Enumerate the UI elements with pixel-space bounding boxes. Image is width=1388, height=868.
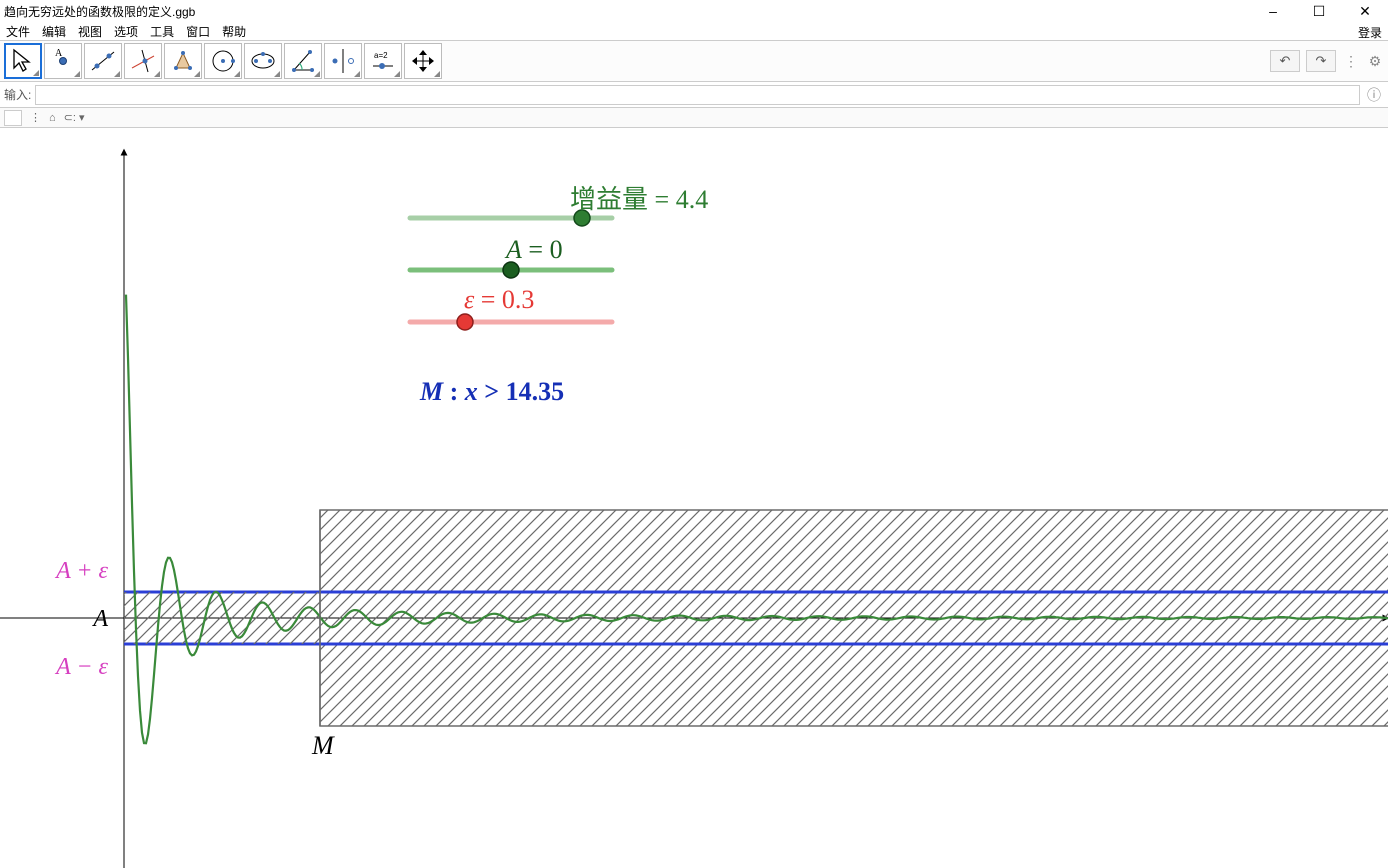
tool-point[interactable]: A [44, 43, 82, 79]
tool-line[interactable] [84, 43, 122, 79]
dropdown-icon [394, 71, 400, 77]
dropdown-icon [114, 71, 120, 77]
menu-options[interactable]: 选项 [110, 23, 142, 40]
slider-A-label: A = 0 [504, 235, 563, 264]
viewbar-sep-icon: ⋮ [30, 111, 41, 124]
window-controls: – ☐ ✕ [1250, 0, 1388, 22]
label-A: A [91, 606, 108, 632]
maximize-button[interactable]: ☐ [1296, 0, 1342, 22]
label-M-axis: M [311, 731, 335, 760]
label-A-plus-eps: A + ε [54, 558, 108, 584]
svg-text:a=2: a=2 [374, 51, 388, 60]
snap-icon[interactable]: ⊂: ▾ [64, 111, 85, 124]
tool-move-view[interactable] [404, 43, 442, 79]
tool-reflect[interactable] [324, 43, 362, 79]
toolbar-right: ↶ ↷ ⋮ ⚙ [1270, 50, 1384, 72]
tool-slider[interactable]: a=2 [364, 43, 402, 79]
dropdown-icon [74, 71, 80, 77]
slider-eps[interactable] [410, 314, 612, 330]
login-link[interactable]: 登录 [1354, 24, 1386, 41]
slider-A[interactable] [410, 262, 612, 278]
settings-icon[interactable]: ⚙ [1366, 52, 1384, 70]
M-condition-text: M : x > 14.35 [419, 377, 564, 406]
minimize-button[interactable]: – [1250, 0, 1296, 22]
home-icon[interactable]: ⌂ [49, 112, 56, 124]
tool-polygon[interactable] [164, 43, 202, 79]
slider-gain-label: 增益量 = 4.4 [570, 185, 708, 214]
viewbar-toggle[interactable] [4, 110, 22, 126]
dropdown-icon [234, 71, 240, 77]
tool-circle[interactable] [204, 43, 242, 79]
menu-help[interactable]: 帮助 [218, 23, 250, 40]
menu-icon[interactable]: ⋮ [1342, 52, 1360, 70]
dropdown-icon [194, 71, 200, 77]
inputbar-help-icon[interactable]: ⓘ [1364, 85, 1384, 105]
toolbar: A a=2 ↶ ↷ ⋮ ⚙ [0, 40, 1388, 82]
command-input[interactable] [35, 85, 1360, 105]
slider-eps-label: ε = 0.3 [464, 285, 534, 314]
svg-text:A: A [55, 48, 63, 59]
menu-edit[interactable]: 编辑 [38, 23, 70, 40]
redo-button[interactable]: ↷ [1306, 50, 1336, 72]
undo-button[interactable]: ↶ [1270, 50, 1300, 72]
tool-move[interactable] [4, 43, 42, 79]
dropdown-icon [314, 71, 320, 77]
dropdown-icon [154, 71, 160, 77]
tool-perpendicular[interactable] [124, 43, 162, 79]
window-title: 趋向无穷远处的函数极限的定义.ggb [4, 3, 195, 20]
graphics-view[interactable]: A + ε A A − ε M 增益量 = 4.4 A = 0 ε = 0.3 … [0, 130, 1388, 868]
menu-file[interactable]: 文件 [2, 23, 34, 40]
graphics-viewbar: ⋮ ⌂ ⊂: ▾ [0, 108, 1388, 128]
menu-tools[interactable]: 工具 [146, 23, 178, 40]
menu-view[interactable]: 视图 [74, 23, 106, 40]
dropdown-icon [354, 71, 360, 77]
label-A-minus-eps: A − ε [54, 654, 108, 680]
titlebar: 趋向无穷远处的函数极限的定义.ggb – ☐ ✕ [0, 0, 1388, 22]
dropdown-icon [33, 70, 39, 76]
dropdown-icon [434, 71, 440, 77]
menubar: 文件 编辑 视图 选项 工具 窗口 帮助 [0, 22, 1388, 40]
input-bar: 输入: ⓘ [0, 82, 1388, 108]
tool-ellipse[interactable] [244, 43, 282, 79]
close-button[interactable]: ✕ [1342, 0, 1388, 22]
menu-window[interactable]: 窗口 [182, 23, 214, 40]
inputbar-label: 输入: [4, 86, 31, 103]
dropdown-icon [274, 71, 280, 77]
tool-angle[interactable] [284, 43, 322, 79]
